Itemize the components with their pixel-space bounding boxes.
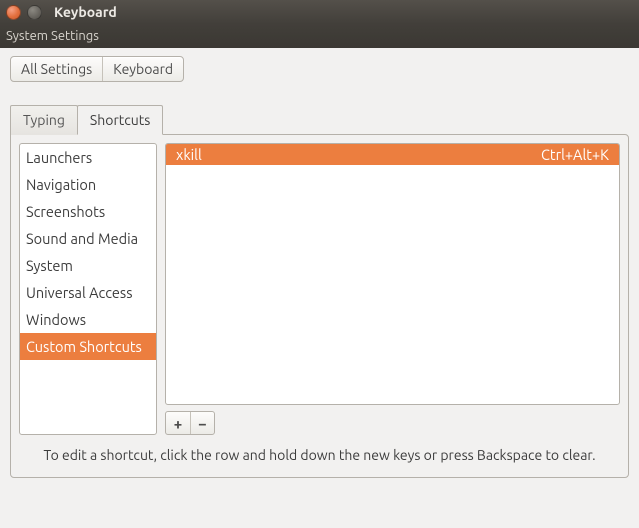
sidebar-item-category[interactable]: Custom Shortcuts <box>20 333 156 360</box>
add-remove-toolbar: + − <box>165 411 215 435</box>
tabs: Typing Shortcuts <box>10 105 629 135</box>
minimize-icon[interactable] <box>27 5 42 20</box>
shortcut-list: xkillCtrl+Alt+K <box>165 143 620 405</box>
sidebar-item-category[interactable]: Windows <box>20 306 156 333</box>
sidebar-item-category[interactable]: Launchers <box>20 144 156 171</box>
remove-button[interactable]: − <box>190 412 214 434</box>
breadcrumb-current[interactable]: Keyboard <box>102 57 183 81</box>
sidebar-item-category[interactable]: Sound and Media <box>20 225 156 252</box>
sidebar-item-category[interactable]: Universal Access <box>20 279 156 306</box>
sidebar-item-category[interactable]: System <box>20 252 156 279</box>
menubar: System Settings <box>0 24 639 48</box>
titlebar: Keyboard <box>0 0 639 24</box>
close-icon[interactable] <box>6 5 21 20</box>
add-button[interactable]: + <box>166 412 190 434</box>
shortcut-accel: Ctrl+Alt+K <box>541 146 609 163</box>
breadcrumb: All Settings Keyboard <box>10 56 184 82</box>
window-title: Keyboard <box>54 4 117 20</box>
hint-text: To edit a shortcut, click the row and ho… <box>19 435 620 469</box>
all-settings-button[interactable]: All Settings <box>11 57 102 81</box>
sidebar-item-category[interactable]: Screenshots <box>20 198 156 225</box>
tab-typing[interactable]: Typing <box>10 105 78 135</box>
tab-shortcuts[interactable]: Shortcuts <box>77 105 163 135</box>
sidebar-item-category[interactable]: Navigation <box>20 171 156 198</box>
category-list: LaunchersNavigationScreenshotsSound and … <box>19 143 157 435</box>
tab-panel-shortcuts: LaunchersNavigationScreenshotsSound and … <box>10 134 629 478</box>
shortcut-row[interactable]: xkillCtrl+Alt+K <box>166 144 619 165</box>
shortcut-name: xkill <box>176 146 541 163</box>
app-menu-label[interactable]: System Settings <box>6 29 99 43</box>
